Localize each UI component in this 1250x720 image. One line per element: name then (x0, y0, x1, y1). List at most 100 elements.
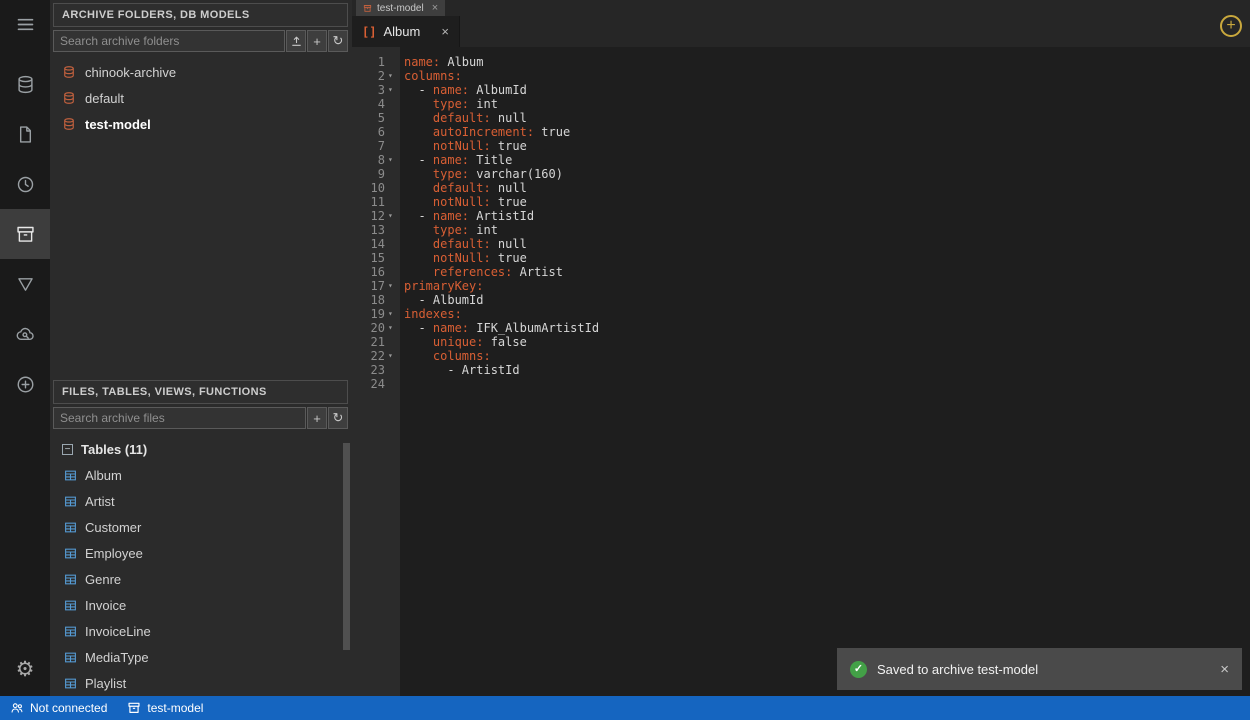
fold-arrow-icon[interactable] (387, 167, 400, 181)
upload-button[interactable] (286, 30, 306, 52)
code-line[interactable]: 22 ▾ columns: (352, 349, 1250, 363)
cloud-search-icon (15, 324, 36, 345)
close-file-tab-button[interactable]: × (441, 24, 449, 39)
fold-arrow-icon[interactable] (387, 335, 400, 349)
code-line[interactable]: 11 notNull: true (352, 195, 1250, 209)
code-line[interactable]: 21 unique: false (352, 335, 1250, 349)
folder-name: chinook-archive (85, 65, 176, 80)
fold-arrow-icon[interactable]: ▾ (387, 69, 400, 83)
archive-folder-item[interactable]: default (50, 85, 352, 111)
code-line[interactable]: 10 default: null (352, 181, 1250, 195)
activity-bar: ⚙ (0, 0, 50, 696)
archive-folder-item[interactable]: test-model (50, 111, 352, 137)
code-line[interactable]: 5 default: null (352, 111, 1250, 125)
code-line[interactable]: 6 autoIncrement: true (352, 125, 1250, 139)
code-line[interactable]: 4 type: int (352, 97, 1250, 111)
cloud-search-button[interactable] (0, 309, 50, 359)
table-item[interactable]: MediaType (50, 644, 352, 670)
database-icon (62, 65, 76, 79)
fold-arrow-icon[interactable]: ▾ (387, 83, 400, 97)
connection-status[interactable]: Not connected (0, 696, 117, 720)
new-tab-button[interactable]: + (1220, 15, 1242, 37)
code-line[interactable]: 18 - AlbumId (352, 293, 1250, 307)
toast-close-button[interactable]: × (1220, 661, 1229, 678)
code-line[interactable]: 20 ▾ - name: IFK_AlbumArtistId (352, 321, 1250, 335)
window-tab[interactable]: test-model × (356, 0, 445, 16)
refresh-folders-button[interactable]: ↻ (328, 30, 348, 52)
left-panel: ARCHIVE FOLDERS, DB MODELS + ↻ chinook-a… (50, 0, 352, 696)
code-line[interactable]: 8 ▾ - name: Title (352, 153, 1250, 167)
fold-arrow-icon[interactable] (387, 181, 400, 195)
table-item[interactable]: Playlist (50, 670, 352, 696)
table-icon (64, 599, 77, 612)
code-line[interactable]: 23 - ArtistId (352, 363, 1250, 377)
fold-arrow-icon[interactable]: ▾ (387, 349, 400, 363)
code-line[interactable]: 9 type: varchar(160) (352, 167, 1250, 181)
code-text: references: Artist (400, 265, 563, 279)
scrollbar[interactable] (343, 443, 350, 650)
code-line[interactable]: 1 name: Album (352, 55, 1250, 69)
files-button[interactable] (0, 109, 50, 159)
close-window-tab-button[interactable]: × (432, 2, 438, 14)
code-line[interactable]: 16 references: Artist (352, 265, 1250, 279)
fold-arrow-icon[interactable] (387, 251, 400, 265)
fold-arrow-icon[interactable] (387, 265, 400, 279)
code-line[interactable]: 19 ▾ indexes: (352, 307, 1250, 321)
fold-arrow-icon[interactable] (387, 363, 400, 377)
fold-arrow-icon[interactable]: ▾ (387, 153, 400, 167)
fold-arrow-icon[interactable] (387, 223, 400, 237)
menu-button[interactable] (0, 0, 50, 48)
upload-icon (290, 35, 303, 48)
fold-arrow-icon[interactable] (387, 293, 400, 307)
code-line[interactable]: 15 notNull: true (352, 251, 1250, 265)
archive-folder-item[interactable]: chinook-archive (50, 59, 352, 85)
tables-group[interactable]: − Tables (11) (50, 436, 352, 462)
add-connection-button[interactable] (0, 359, 50, 409)
table-item[interactable]: Artist (50, 488, 352, 514)
fold-arrow-icon[interactable] (387, 195, 400, 209)
code-line[interactable]: 17 ▾ primaryKey: (352, 279, 1250, 293)
fold-arrow-icon[interactable] (387, 125, 400, 139)
fold-arrow-icon[interactable]: ▾ (387, 307, 400, 321)
filter-button[interactable] (0, 259, 50, 309)
fold-arrow-icon[interactable]: ▾ (387, 209, 400, 223)
table-item[interactable]: Invoice (50, 592, 352, 618)
code-line[interactable]: 14 default: null (352, 237, 1250, 251)
fold-arrow-icon[interactable] (387, 377, 400, 391)
connections-button[interactable] (0, 59, 50, 109)
fold-arrow-icon[interactable] (387, 111, 400, 125)
line-number: 13 (352, 223, 387, 237)
code-line[interactable]: 7 notNull: true (352, 139, 1250, 153)
table-item[interactable]: Employee (50, 540, 352, 566)
code-line[interactable]: 24 (352, 377, 1250, 391)
code-line[interactable]: 3 ▾ - name: AlbumId (352, 83, 1250, 97)
folder-name: default (85, 91, 124, 106)
code-line[interactable]: 2 ▾ columns: (352, 69, 1250, 83)
status-model[interactable]: test-model (117, 696, 213, 720)
fold-arrow-icon[interactable] (387, 139, 400, 153)
code-editor[interactable]: 1 name: Album 2 ▾ columns: 3 ▾ - n (352, 47, 1250, 696)
table-item[interactable]: Album (50, 462, 352, 488)
fold-arrow-icon[interactable] (387, 237, 400, 251)
fold-arrow-icon[interactable]: ▾ (387, 321, 400, 335)
collapse-icon[interactable]: − (62, 444, 73, 455)
file-tab-album[interactable]: [] Album × (352, 16, 460, 47)
code-line[interactable]: 13 type: int (352, 223, 1250, 237)
settings-button[interactable]: ⚙ (0, 644, 50, 694)
fold-arrow-icon[interactable]: ▾ (387, 279, 400, 293)
refresh-files-button[interactable]: ↻ (328, 407, 348, 429)
archive-button[interactable] (0, 209, 50, 259)
table-name: Genre (85, 572, 121, 587)
code-line[interactable]: 12 ▾ - name: ArtistId (352, 209, 1250, 223)
fold-arrow-icon[interactable] (387, 55, 400, 69)
add-file-button[interactable]: + (307, 407, 327, 429)
history-button[interactable] (0, 159, 50, 209)
fold-arrow-icon[interactable] (387, 97, 400, 111)
archive-files-search-input[interactable] (53, 407, 306, 429)
add-folder-button[interactable]: + (307, 30, 327, 52)
table-item[interactable]: InvoiceLine (50, 618, 352, 644)
table-name: MediaType (85, 650, 149, 665)
table-item[interactable]: Customer (50, 514, 352, 540)
table-item[interactable]: Genre (50, 566, 352, 592)
archive-folders-search-input[interactable] (53, 30, 285, 52)
